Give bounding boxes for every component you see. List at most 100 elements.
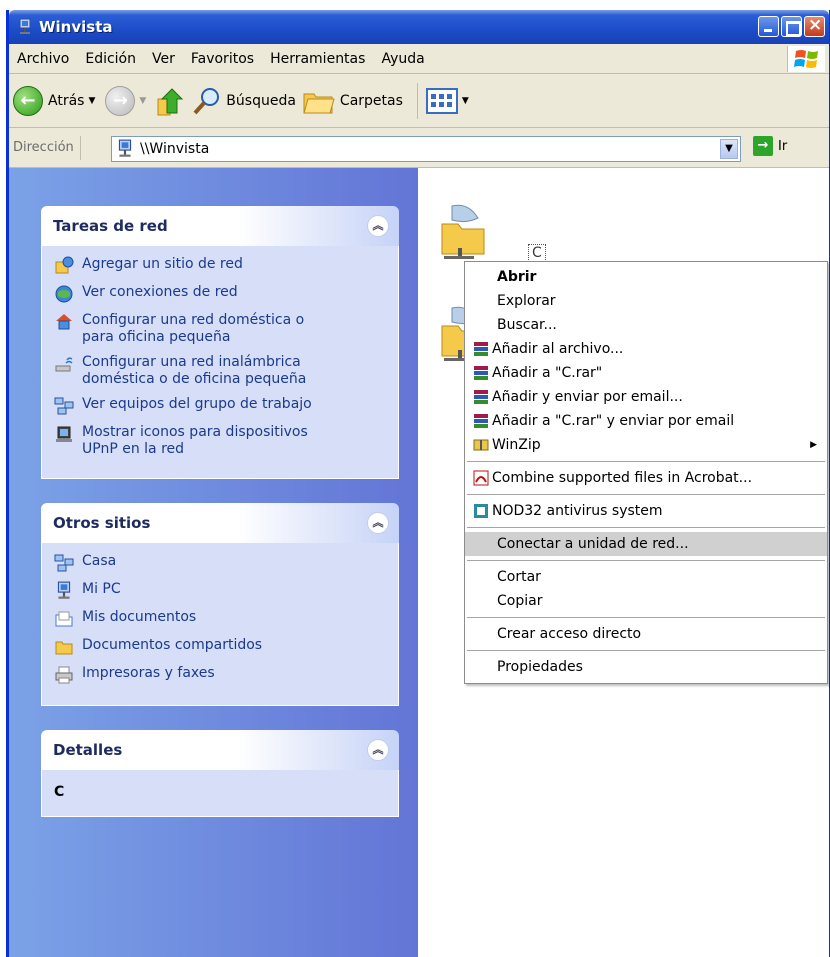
network-computer-icon: [118, 139, 132, 157]
acrobat-icon: [473, 470, 489, 486]
menu-separator: [467, 494, 825, 495]
task-view-workgroup[interactable]: Ver equipos del grupo de trabajo: [54, 396, 390, 416]
collapse-chevron-icon[interactable]: ︽: [367, 215, 389, 237]
go-arrow-icon: →: [753, 136, 773, 156]
minimize-button[interactable]: [758, 16, 779, 37]
toolbar: ← Atrás ▼ → ▼ Búsqueda Carpetas ▼: [9, 74, 829, 128]
back-dropdown-icon[interactable]: ▼: [88, 96, 95, 106]
menu-herramientas[interactable]: Herramientas: [262, 51, 373, 67]
other-places-panel: Otros sitios ︽ Casa Mi PC Mis documentos: [41, 503, 399, 706]
menu-item-add-c-rar-email[interactable]: Añadir a "C.rar" y enviar por email: [465, 409, 827, 433]
menu-item-abrir[interactable]: Abrir: [465, 265, 827, 289]
workgroup-computers-icon: [54, 397, 74, 415]
back-label: Atrás: [48, 92, 85, 109]
task-wireless-network[interactable]: Configurar una red inalámbrica doméstica…: [54, 354, 390, 388]
menu-item-map-network-drive[interactable]: Conectar a unidad de red...: [465, 532, 827, 556]
winzip-icon: [473, 439, 489, 451]
search-label: Búsqueda: [226, 92, 296, 109]
share-label[interactable]: C: [528, 244, 546, 262]
collapse-chevron-icon[interactable]: ︽: [367, 512, 389, 534]
menu-item-add-email[interactable]: Añadir y enviar por email...: [465, 385, 827, 409]
forward-button[interactable]: → ▼: [105, 85, 150, 116]
menu-item-copiar[interactable]: Copiar: [465, 589, 827, 613]
winrar-icon: [474, 366, 488, 380]
menu-item-explorar[interactable]: Explorar: [465, 289, 827, 313]
upnp-device-icon: [56, 426, 72, 442]
search-button[interactable]: Búsqueda: [192, 86, 296, 116]
maximize-button[interactable]: [781, 16, 802, 37]
panel-title: Detalles: [53, 741, 123, 759]
go-button[interactable]: → Ir: [753, 136, 787, 156]
up-folder-button[interactable]: [156, 85, 186, 117]
menu-separator: [467, 617, 825, 618]
task-home-network[interactable]: Configurar una red doméstica o para ofic…: [54, 312, 390, 346]
folders-label: Carpetas: [339, 92, 403, 109]
menu-separator: [467, 650, 825, 651]
menu-ayuda[interactable]: Ayuda: [373, 51, 432, 67]
place-casa[interactable]: Casa: [54, 553, 390, 573]
task-show-upnp[interactable]: Mostrar iconos para dispositivos UPnP en…: [54, 424, 390, 458]
address-value: \\Winvista: [140, 141, 210, 157]
collapse-chevron-icon[interactable]: ︽: [367, 739, 389, 761]
menu-item-buscar[interactable]: Buscar...: [465, 313, 827, 337]
details-panel: Detalles ︽ C: [41, 730, 399, 817]
place-documentos-compartidos[interactable]: Documentos compartidos: [54, 637, 390, 657]
panel-title: Tareas de red: [53, 217, 168, 235]
place-impresoras-faxes[interactable]: Impresoras y faxes: [54, 665, 390, 685]
place-mis-documentos[interactable]: Mis documentos: [54, 609, 390, 629]
network-tasks-header[interactable]: Tareas de red ︽: [41, 206, 399, 246]
menu-favoritos[interactable]: Favoritos: [183, 51, 262, 67]
network-connections-icon: [55, 285, 73, 303]
menu-item-propiedades[interactable]: Propiedades: [465, 655, 827, 679]
task-add-network-place[interactable]: Agregar un sitio de red: [54, 256, 390, 276]
close-button[interactable]: ×: [804, 15, 825, 37]
shared-folder-icon: [55, 641, 73, 655]
folders-button[interactable]: Carpetas: [302, 86, 403, 116]
menu-item-cortar[interactable]: Cortar: [465, 565, 827, 589]
up-folder-icon: [157, 87, 184, 115]
winrar-icon: [474, 390, 488, 404]
network-computer-icon: [19, 18, 31, 34]
menu-ver[interactable]: Ver: [144, 51, 183, 67]
details-header[interactable]: Detalles ︽: [41, 730, 399, 770]
my-computer-icon: [57, 581, 71, 599]
menu-item-winzip[interactable]: WinZip ▶: [465, 433, 827, 457]
details-item-name: C: [54, 784, 65, 800]
windows-logo-icon: [787, 46, 825, 72]
menu-item-acrobat[interactable]: Combine supported files in Acrobat...: [465, 466, 827, 490]
panel-title: Otros sitios: [53, 514, 151, 532]
forward-arrow-icon: →: [105, 85, 136, 116]
wireless-network-icon: [55, 357, 73, 372]
address-dropdown-icon[interactable]: ▼: [720, 139, 738, 159]
menu-item-add-c-rar[interactable]: Añadir a "C.rar": [465, 361, 827, 385]
other-places-header[interactable]: Otros sitios ︽: [41, 503, 399, 543]
context-menu: Abrir Explorar Buscar... Añadir al archi…: [464, 261, 828, 684]
title-bar[interactable]: Winvista ×: [9, 10, 829, 44]
submenu-arrow-icon: ▶: [810, 440, 817, 450]
winrar-icon: [474, 414, 488, 428]
menu-archivo[interactable]: Archivo: [9, 51, 77, 67]
network-tasks-panel: Tareas de red ︽ Agregar un sitio de red …: [41, 206, 399, 479]
my-documents-icon: [55, 611, 73, 627]
views-dropdown-icon[interactable]: ▼: [462, 96, 469, 106]
back-button[interactable]: ← Atrás ▼: [13, 85, 99, 116]
task-view-connections[interactable]: Ver conexiones de red: [54, 284, 390, 304]
menu-separator: [467, 527, 825, 528]
menu-item-nod32[interactable]: NOD32 antivirus system: [465, 499, 827, 523]
menu-item-create-shortcut[interactable]: Crear acceso directo: [465, 622, 827, 646]
go-label: Ir: [778, 138, 788, 154]
add-network-place-icon: [55, 256, 74, 274]
home-network-icon: [56, 314, 72, 330]
task-pane: Tareas de red ︽ Agregar un sitio de red …: [9, 168, 418, 957]
views-button[interactable]: ▼: [425, 87, 473, 115]
address-field[interactable]: \\Winvista ▼: [111, 136, 741, 162]
address-label: Dirección: [13, 135, 81, 160]
close-icon: ×: [808, 15, 823, 35]
menu-separator: [467, 461, 825, 462]
forward-dropdown-icon[interactable]: ▼: [139, 96, 146, 106]
menu-edicion[interactable]: Edición: [77, 51, 144, 67]
views-icon: [425, 87, 458, 114]
shared-drive-icon[interactable]: [438, 204, 490, 260]
menu-item-add-archive[interactable]: Añadir al archivo...: [465, 337, 827, 361]
place-mi-pc[interactable]: Mi PC: [54, 581, 390, 601]
